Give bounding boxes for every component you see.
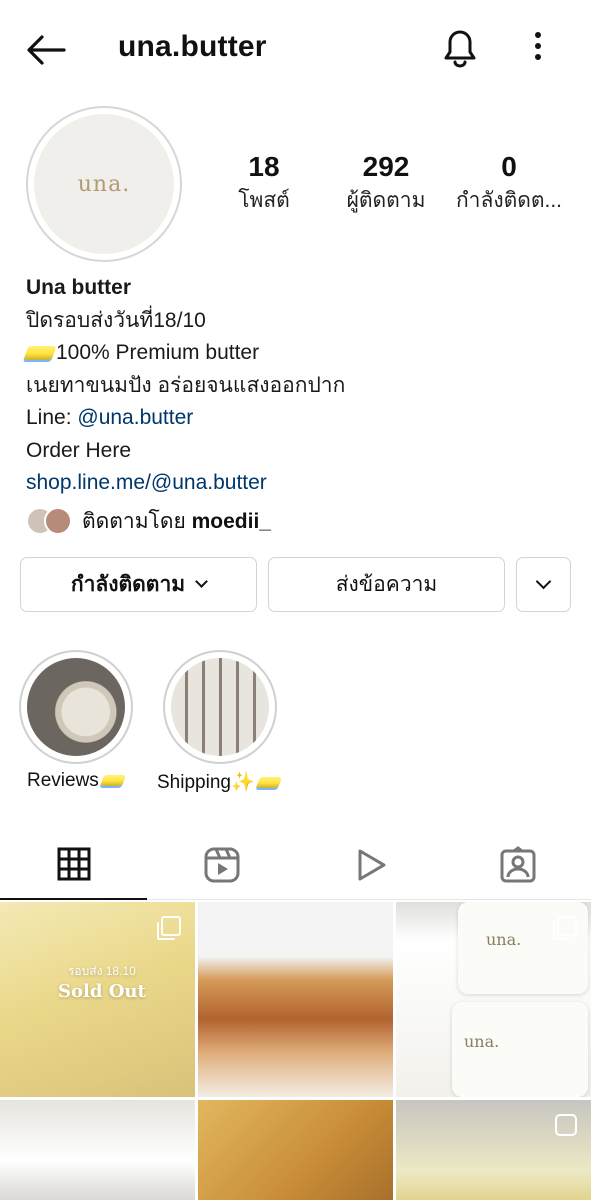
following-count[interactable]: 0 กำลังติดต... (450, 150, 568, 218)
highlight-reviews-label[interactable]: Reviews (27, 770, 126, 792)
tab-grid[interactable] (0, 830, 147, 900)
highlight-shipping-label[interactable]: Shipping✨ (157, 770, 282, 794)
avatar-logo-text: una. (77, 171, 131, 197)
bio-line-2-text: 100% Premium butter (56, 341, 260, 364)
bio-line-4-prefix: Line: (26, 406, 78, 429)
more-options-icon[interactable] (524, 28, 552, 64)
line-id-link[interactable]: @una.butter (77, 406, 193, 429)
tab-reels[interactable] (148, 830, 295, 900)
butter-emoji-icon (255, 777, 282, 789)
reels-icon (204, 847, 239, 883)
posts-count-label: โพสต์ (238, 189, 290, 212)
posts-count-value: 18 (248, 151, 280, 182)
followers-count[interactable]: 292 ผู้ติดตาม (334, 150, 438, 218)
chevron-down-icon (195, 575, 208, 588)
bio-line-1: ปิดรอบส่งวันที่18/10 (26, 308, 206, 332)
reel-icon (555, 1114, 577, 1136)
following-count-value: 0 (501, 151, 517, 182)
back-arrow-icon[interactable] (24, 28, 68, 72)
post-thumbnail[interactable] (0, 1100, 195, 1200)
profile-username: una.butter (118, 30, 267, 63)
play-icon (358, 849, 385, 881)
profile-bio: Una butter ปิดรอบส่งวันที่18/10 100% Pre… (23, 272, 566, 500)
highlight-shipping-cover (171, 658, 269, 756)
tab-tagged[interactable] (444, 830, 591, 900)
avatar-image: una. (34, 114, 174, 254)
tab-videos[interactable] (296, 830, 443, 900)
tagged-user-icon (500, 846, 535, 883)
sparkles-icon: ✨ (230, 772, 255, 793)
bio-line-3: เนยทาขนมปัง อร่อยจนแสงออกปาก (26, 373, 346, 397)
butter-emoji-icon (23, 346, 57, 361)
followers-count-value: 292 (362, 151, 410, 182)
post-overlay-big: Sold Out (58, 981, 146, 1002)
message-button[interactable]: ส่งข้อความ (268, 557, 505, 612)
profile-avatar[interactable]: una. (26, 106, 182, 262)
followed-by-user: moedii_ (191, 509, 271, 533)
highlight-shipping[interactable] (163, 650, 277, 764)
post-overlay-text: รอบส่ง 18.10 Sold Out (58, 962, 146, 1002)
highlight-reviews[interactable] (19, 650, 133, 764)
post-overlay-small: รอบส่ง 18.10 (67, 964, 136, 978)
post-thumbnail[interactable] (198, 902, 393, 1097)
followed-by-prefix: ติดตามโดย (82, 509, 192, 533)
posts-count[interactable]: 18 โพสต์ (222, 150, 306, 218)
followers-count-label: ผู้ติดตาม (346, 189, 426, 212)
jar-brand-text: una. (464, 1032, 500, 1051)
notification-bell-icon[interactable] (438, 24, 482, 70)
bio-line-2: 100% Premium butter (23, 337, 566, 370)
suggested-accounts-button[interactable] (516, 557, 571, 612)
post-thumbnail[interactable]: una. una. (396, 902, 591, 1097)
following-count-label: กำลังติดต... (455, 189, 563, 212)
following-button-label: กำลังติดตาม (70, 573, 186, 596)
message-button-label: ส่งข้อความ (335, 573, 438, 596)
jar-brand-text: una. (486, 930, 522, 949)
carousel-icon (553, 916, 577, 940)
grid-icon (57, 847, 90, 881)
posts-grid: รอบส่ง 18.10 Sold Out una. una. (0, 902, 591, 1200)
post-thumbnail[interactable] (396, 1100, 591, 1200)
top-bar: una.butter (0, 0, 591, 96)
carousel-icon (157, 916, 181, 940)
followed-by[interactable]: ติดตามโดย moedii_ (26, 506, 271, 536)
follower-avatar (44, 507, 72, 535)
shop-link[interactable]: shop.line.me/@una.butter (26, 467, 566, 500)
butter-emoji-icon (99, 775, 126, 787)
following-button[interactable]: กำลังติดตาม (20, 557, 257, 612)
highlight-reviews-cover (27, 658, 125, 756)
chevron-down-icon (535, 573, 552, 590)
post-thumbnail[interactable]: รอบส่ง 18.10 Sold Out (0, 902, 195, 1097)
post-thumbnail[interactable] (198, 1100, 393, 1200)
profile-display-name: Una butter (26, 276, 131, 299)
bio-line-5: Order Here (26, 438, 132, 462)
profile-tabs (0, 830, 591, 900)
bio-line-4: Line: @una.butter (26, 402, 566, 435)
